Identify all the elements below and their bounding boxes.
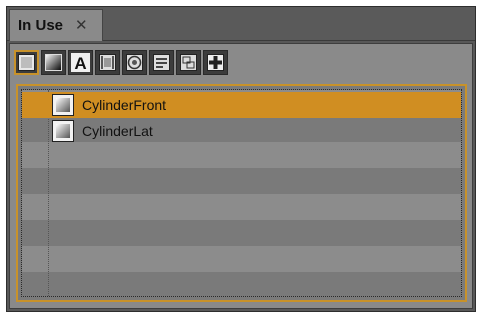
list-item-cylinderlat[interactable]: CylinderLat <box>22 118 461 144</box>
add-filter-button[interactable] <box>203 50 228 75</box>
material-swatch-icon <box>52 120 74 142</box>
sound-filter-button[interactable] <box>122 50 147 75</box>
list-data-icon <box>153 54 170 71</box>
material-filter-button[interactable] <box>14 50 39 75</box>
texture-filter-button[interactable] <box>41 50 66 75</box>
in-use-panel-window: In Use ✕ A CylinderFront CylinderLat <box>6 6 476 312</box>
material-swatch-icon <box>18 54 35 71</box>
font-filter-button[interactable]: A <box>68 50 93 75</box>
list-item-cylinderfront[interactable]: CylinderFront <box>22 92 461 118</box>
data-filter-button[interactable] <box>149 50 174 75</box>
plus-icon <box>207 54 224 71</box>
material-swatch-icon <box>52 94 74 116</box>
close-icon[interactable]: ✕ <box>75 18 88 33</box>
panel-body: A CylinderFront CylinderLat <box>9 43 473 309</box>
list-area: CylinderFront CylinderLat <box>21 89 462 297</box>
list-item-label: CylinderLat <box>82 123 153 139</box>
tab-bar: In Use ✕ <box>7 7 475 41</box>
layout-filter-button[interactable] <box>176 50 201 75</box>
tab-label: In Use <box>18 17 64 34</box>
list-item-label: CylinderFront <box>82 97 167 113</box>
tab-in-use[interactable]: In Use ✕ <box>9 9 103 41</box>
image-filter-button[interactable] <box>95 50 120 75</box>
font-a-icon: A <box>71 53 90 72</box>
gradient-texture-icon <box>45 54 62 71</box>
svg-text:A: A <box>74 54 86 72</box>
in-use-list: CylinderFront CylinderLat <box>16 84 467 302</box>
speaker-icon <box>126 54 143 71</box>
filter-toolbar: A <box>14 49 228 76</box>
film-image-icon <box>99 54 116 71</box>
layout-icon <box>180 54 197 71</box>
